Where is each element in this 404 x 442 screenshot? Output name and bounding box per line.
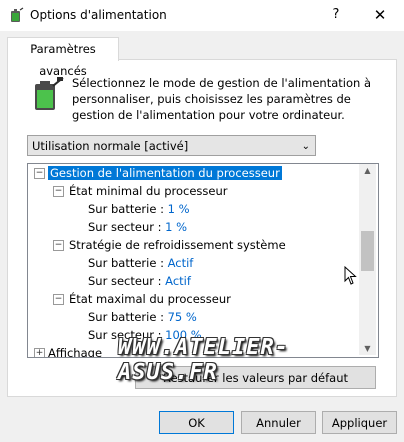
scrollbar-thumb[interactable] (361, 231, 374, 271)
expand-icon[interactable]: + (34, 348, 45, 357)
collapse-icon[interactable]: − (53, 240, 64, 251)
tree-item-processor-power[interactable]: − Gestion de l'alimentation du processeu… (34, 164, 282, 182)
power-plan-select[interactable]: Utilisation normale [activé] ⌄ (27, 135, 316, 156)
setting-label: Sur secteur : (88, 274, 162, 288)
title-bar: Options d'alimentation ? ✕ (0, 0, 404, 31)
collapse-icon[interactable]: − (53, 186, 64, 197)
tree-item-label: Gestion de l'alimentation du processeur (48, 166, 282, 180)
cancel-button[interactable]: Annuler (241, 411, 316, 434)
tab-advanced-settings[interactable]: Paramètres avancés (7, 37, 119, 78)
setting-label: Sur secteur : (88, 220, 162, 234)
setting-row-ac[interactable]: Sur secteur : 100 % (88, 326, 202, 344)
vertical-scrollbar[interactable]: ▲ ▼ (359, 164, 376, 355)
restore-defaults-button[interactable]: Restaurer les valeurs par défaut (135, 366, 376, 389)
collapse-icon[interactable]: − (34, 168, 45, 179)
power-options-icon (11, 7, 24, 22)
setting-label: Sur secteur : (88, 328, 162, 342)
apply-button[interactable]: Appliquer (322, 411, 397, 434)
tree-item-label: État maximal du processeur (69, 292, 231, 306)
window-title: Options d'alimentation (30, 8, 167, 22)
tree-item-label: Stratégie de refroidissement système (69, 238, 286, 252)
scroll-up-icon[interactable]: ▲ (359, 166, 376, 175)
setting-value[interactable]: 75 % (168, 310, 197, 324)
tree-item-display[interactable]: + Affichage (34, 344, 103, 358)
setting-label: Sur batterie : (88, 202, 164, 216)
setting-value[interactable]: 100 % (165, 328, 202, 342)
power-plan-value: Utilisation normale [activé] (32, 139, 189, 153)
setting-row-ac[interactable]: Sur secteur : 1 % (88, 218, 187, 236)
tree-item-max-state[interactable]: − État maximal du processeur (53, 290, 231, 308)
setting-value[interactable]: Actif (168, 256, 194, 270)
scroll-down-icon[interactable]: ▼ (359, 344, 376, 353)
setting-label: Sur batterie : (88, 310, 164, 324)
tree-item-min-state[interactable]: − État minimal du processeur (53, 182, 228, 200)
mouse-cursor-icon (344, 266, 357, 285)
setting-label: Sur batterie : (88, 256, 164, 270)
setting-row-battery[interactable]: Sur batterie : 75 % (88, 308, 197, 326)
tree-item-label: Affichage (48, 346, 103, 358)
setting-row-ac[interactable]: Sur secteur : Actif (88, 272, 191, 290)
close-button[interactable]: ✕ (368, 5, 392, 25)
setting-value[interactable]: 1 % (168, 202, 190, 216)
chevron-down-icon: ⌄ (301, 141, 310, 152)
tree-item-cooling-policy[interactable]: − Stratégie de refroidissement système (53, 236, 286, 254)
setting-value[interactable]: 1 % (165, 220, 187, 234)
setting-row-battery[interactable]: Sur batterie : Actif (88, 254, 193, 272)
setting-row-battery[interactable]: Sur batterie : 1 % (88, 200, 190, 218)
description-text: Sélectionnez le mode de gestion de l'ali… (72, 76, 372, 122)
setting-value[interactable]: Actif (165, 274, 191, 288)
help-button[interactable]: ? (326, 5, 346, 25)
ok-button[interactable]: OK (159, 411, 234, 434)
tree-item-label: État minimal du processeur (69, 184, 228, 198)
settings-tree[interactable]: − Gestion de l'alimentation du processeu… (27, 163, 379, 358)
collapse-icon[interactable]: − (53, 294, 64, 305)
